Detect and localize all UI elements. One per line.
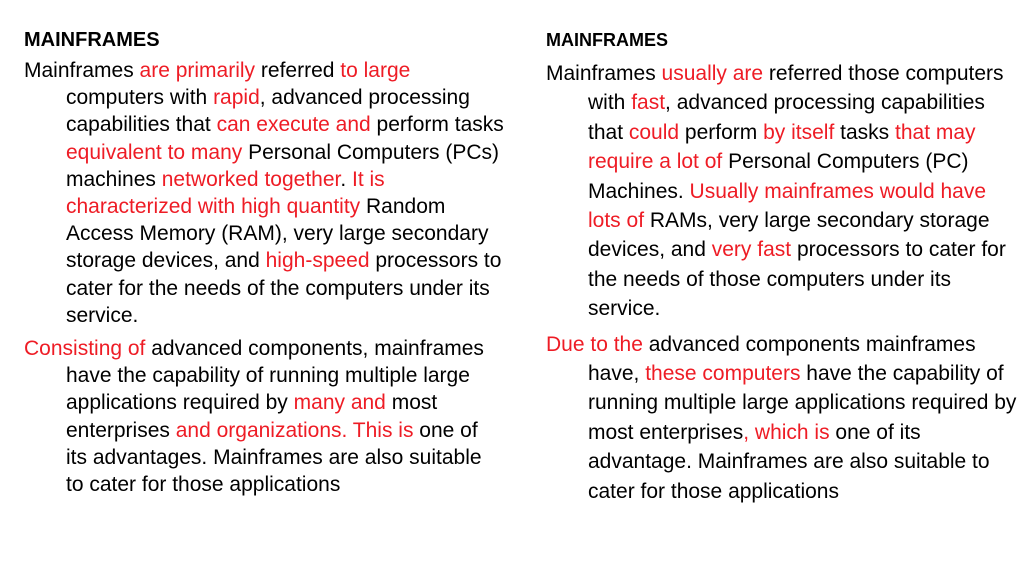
edited-phrase: these computers bbox=[645, 362, 801, 386]
edited-phrase: very fast bbox=[711, 238, 792, 262]
edited-phrase: rapid bbox=[213, 86, 260, 110]
left-paragraph-2: Consisting of advanced components, mainf… bbox=[24, 335, 504, 498]
edited-phrase: networked together bbox=[161, 167, 341, 191]
edited-phrase: high-speed bbox=[265, 249, 370, 273]
right-paragraph-1: Mainframes usually are referred those co… bbox=[546, 59, 1018, 324]
edited-phrase: could bbox=[628, 120, 680, 144]
text-run: perform bbox=[679, 120, 764, 144]
edited-phrase: many and bbox=[293, 391, 386, 415]
edited-phrase: equivalent to many bbox=[66, 140, 243, 164]
right-heading: MAINFRAMES bbox=[546, 30, 668, 50]
text-run: . bbox=[340, 167, 353, 191]
edited-phrase: Consisting of bbox=[24, 337, 146, 361]
right-paragraph-2: Due to the advanced components mainframe… bbox=[546, 330, 1018, 506]
text-run: perform tasks bbox=[370, 113, 504, 137]
edited-phrase: fast bbox=[631, 91, 666, 115]
edited-phrase: can execute and bbox=[216, 113, 371, 137]
left-heading: MAINFRAMES bbox=[24, 29, 160, 51]
edited-phrase: Due to the bbox=[546, 332, 643, 356]
text-run: tasks bbox=[834, 120, 895, 144]
left-paragraph-1: Mainframes are primarily referred to lar… bbox=[24, 57, 504, 329]
edited-phrase: are primarily bbox=[139, 59, 256, 82]
original-text-column: MAINFRAMES Mainframes are primarily refe… bbox=[24, 0, 504, 498]
edited-phrase: by itself bbox=[763, 120, 835, 144]
revised-text-column: MAINFRAMES Mainframes usually are referr… bbox=[546, 0, 1018, 506]
text-run: referred bbox=[255, 59, 341, 82]
edited-phrase: usually are bbox=[661, 62, 764, 85]
edited-phrase: to large bbox=[340, 59, 411, 82]
edited-phrase: , which is bbox=[743, 420, 830, 444]
text-run: Mainframes bbox=[24, 59, 140, 82]
text-run: computers with bbox=[66, 86, 214, 110]
text-run: Mainframes bbox=[546, 62, 662, 85]
edited-phrase: and organizations. This is bbox=[175, 418, 414, 442]
